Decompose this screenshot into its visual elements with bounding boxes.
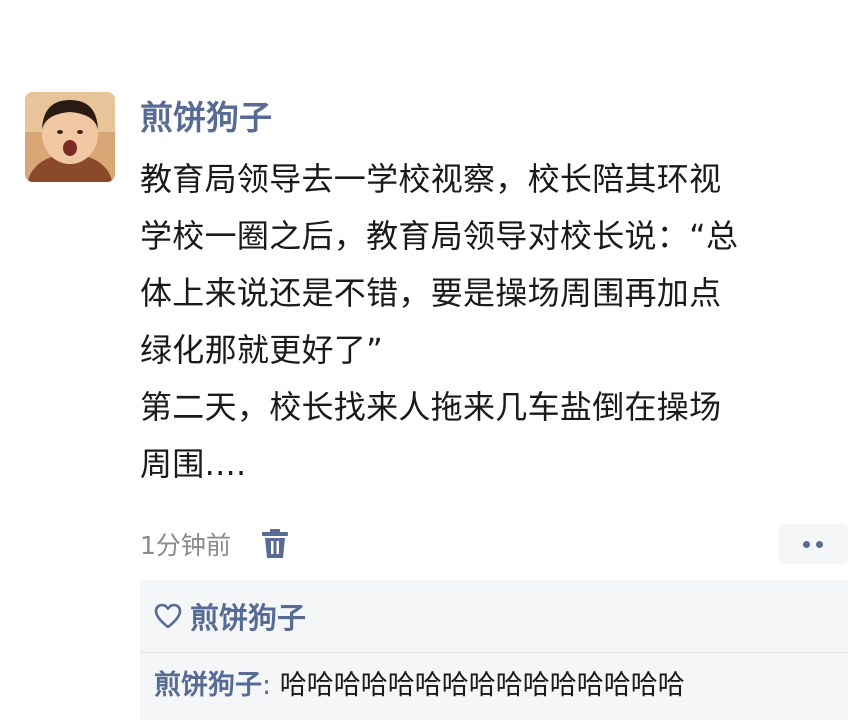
post-meta: 1分钟前	[140, 522, 289, 566]
comment-text: 哈哈哈哈哈哈哈哈哈哈哈哈哈哈哈	[271, 670, 685, 701]
more-dot	[816, 540, 823, 548]
likes-row: 煎饼狗子	[154, 596, 306, 636]
comment-item[interactable]: 煎饼狗子: 哈哈哈哈哈哈哈哈哈哈哈哈哈哈哈	[154, 666, 685, 706]
comment-separator: :	[262, 670, 272, 701]
post-timestamp: 1分钟前	[140, 531, 231, 560]
post-line: 体上来说还是不错，要是操场周围再加点	[140, 274, 722, 312]
comment-author[interactable]: 煎饼狗子	[154, 670, 262, 701]
likes-comments-panel: 煎饼狗子 煎饼狗子: 哈哈哈哈哈哈哈哈哈哈哈哈哈哈哈	[140, 580, 848, 720]
post-line: 教育局领导去一学校视察，校长陪其环视	[140, 160, 722, 198]
post-line: 学校一圈之后，教育局领导对校长说：“总	[140, 217, 739, 255]
post-author-name[interactable]: 煎饼狗子	[140, 96, 272, 140]
post-line: 绿化那就更好了”	[140, 331, 383, 369]
avatar-image	[25, 92, 115, 182]
avatar[interactable]	[25, 92, 115, 182]
post-content: 教育局领导去一学校视察，校长陪其环视 学校一圈之后，教育局领导对校长说：“总 体…	[140, 151, 830, 493]
trash-icon[interactable]	[261, 529, 289, 559]
more-dot	[803, 540, 810, 548]
post-line: 第二天，校长找来人拖来几车盐倒在操场	[140, 388, 722, 426]
more-dots-icon[interactable]	[778, 524, 848, 564]
heart-outline-icon	[154, 603, 182, 629]
like-user-name[interactable]: 煎饼狗子	[190, 595, 306, 637]
panel-divider	[140, 652, 848, 653]
post-line: 周围....	[140, 445, 247, 483]
